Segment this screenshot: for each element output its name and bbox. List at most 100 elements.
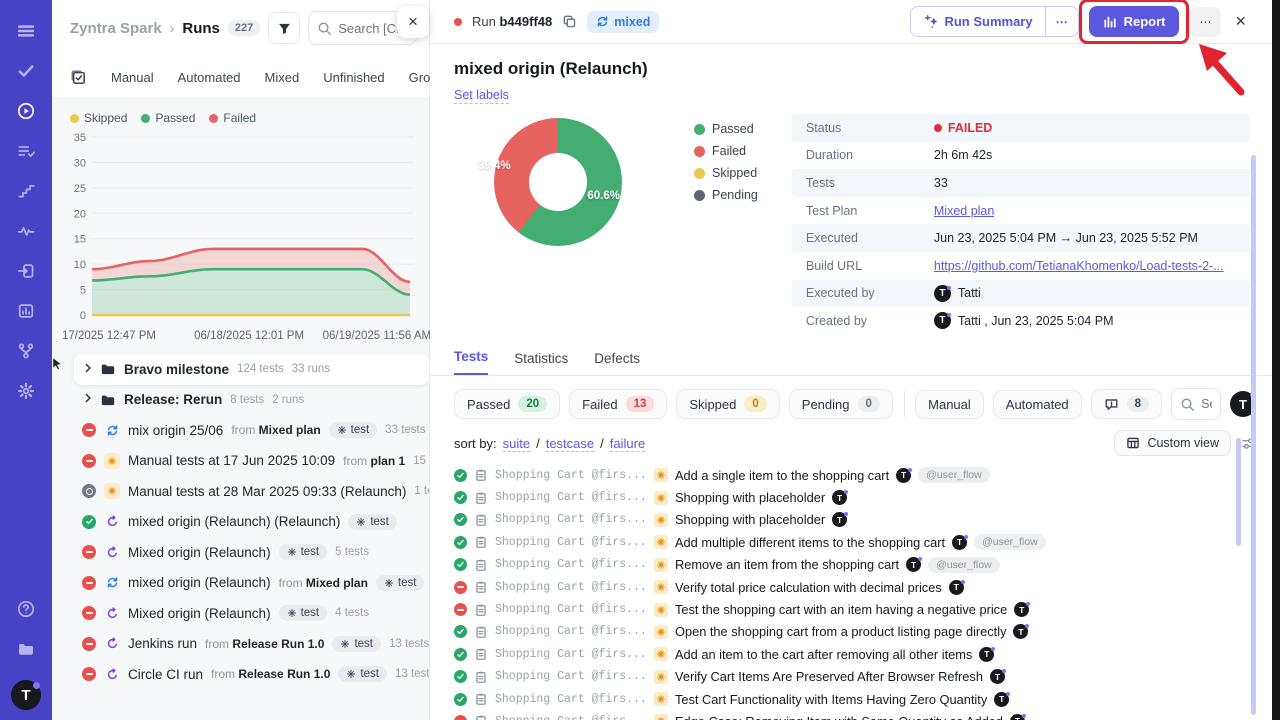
- run-name: Mixed origin (Relaunch): [128, 545, 271, 560]
- group-name: Release: Rerun: [124, 392, 222, 407]
- detail-close-button[interactable]: ×: [1231, 9, 1250, 34]
- run-summary-button[interactable]: Run Summary: [911, 7, 1044, 36]
- run-row[interactable]: mix origin 25/06from Mixed plantest33 te…: [52, 415, 429, 446]
- runs-tab-mixed[interactable]: Mixed: [265, 70, 300, 85]
- sidebar-item-help-circle[interactable]: [8, 592, 44, 626]
- runs-tab-unfinished[interactable]: Unfinished: [323, 70, 384, 85]
- select-all-icon[interactable]: [70, 69, 87, 86]
- test-result-row[interactable]: Shopping Cart @firs...Add an item to the…: [454, 643, 1256, 665]
- run-row[interactable]: Circle CI runfrom Release Run 1.0test13 …: [52, 659, 429, 690]
- run-group-row[interactable]: Release: Rerun8 tests2 runs: [52, 385, 429, 416]
- sidebar-item-sign-in[interactable]: [8, 254, 44, 288]
- run-summary-more-button[interactable]: ⋯: [1045, 7, 1078, 36]
- tests-search-input[interactable]: [1201, 397, 1212, 411]
- sidebar-item-menu[interactable]: [8, 14, 44, 48]
- sidebar-item-list-check[interactable]: [8, 134, 44, 168]
- panel-scrollbar[interactable]: [1251, 155, 1256, 715]
- sort-by-suite[interactable]: suite: [503, 436, 530, 452]
- tab-defects[interactable]: Defects: [594, 351, 640, 375]
- run-row[interactable]: mixed origin (Relaunch) (Relaunch)test: [52, 507, 429, 538]
- filter-chip-manual[interactable]: Manual: [915, 390, 984, 419]
- test-result-row[interactable]: Shopping Cart @firs...Verify Cart Items …: [454, 666, 1256, 688]
- more-actions-button[interactable]: ⋯: [1189, 7, 1221, 37]
- svg-text:0: 0: [80, 310, 86, 322]
- run-row[interactable]: mixed origin (Relaunch)from Mixed plante…: [52, 568, 429, 599]
- detail-tabs: Tests Statistics Defects: [430, 342, 1280, 376]
- sidebar-bottom-nav: [8, 592, 44, 672]
- suite-name: Shopping Cart @firs...: [495, 693, 647, 706]
- filter-chip-automated[interactable]: Automated: [993, 390, 1082, 419]
- run-row[interactable]: Jenkins runfrom Release Run 1.0test13 te…: [52, 629, 429, 660]
- tab-statistics[interactable]: Statistics: [514, 351, 568, 375]
- run-row[interactable]: Mixed origin (Relaunch)test5 tests: [52, 537, 429, 568]
- comments-filter-chip[interactable]: 8: [1091, 389, 1162, 419]
- sidebar-item-steps[interactable]: [8, 174, 44, 208]
- sparkle-icon: [923, 14, 938, 29]
- run-name: mixed origin (Relaunch) (Relaunch): [128, 514, 340, 529]
- test-result-row[interactable]: Shopping Cart @firs...Shopping with plac…: [454, 486, 1256, 508]
- folder-open-icon: [17, 640, 35, 658]
- run-overview: 39.4% 60.6% PassedFailedSkippedPending S…: [430, 104, 1280, 342]
- sidebar-item-gear[interactable]: [8, 374, 44, 408]
- filter-chip-passed[interactable]: Passed20: [454, 389, 560, 419]
- sidebar-item-folder-open[interactable]: [8, 632, 44, 666]
- detail-value[interactable]: Mixed plan: [934, 204, 994, 218]
- test-result-row[interactable]: Shopping Cart @firs...Test the shopping …: [454, 598, 1256, 620]
- report-button[interactable]: Report: [1089, 6, 1180, 37]
- test-result-row[interactable]: Shopping Cart @firs...Edge Case: Removin…: [454, 710, 1256, 720]
- sidebar-item-check[interactable]: [8, 54, 44, 88]
- test-result-row[interactable]: Shopping Cart @firs...Add a single item …: [454, 464, 1256, 486]
- test-result-row[interactable]: Shopping Cart @firs...Open the shopping …: [454, 621, 1256, 643]
- run-type-badge[interactable]: mixed: [587, 11, 659, 33]
- relaunch-icon: [104, 636, 120, 652]
- chip-count: 0: [744, 396, 766, 412]
- assignee-avatar: T: [896, 468, 911, 483]
- breadcrumb-project[interactable]: Zyntra Spark: [70, 20, 162, 37]
- gear-icon: [346, 669, 356, 679]
- expand-chevron-icon[interactable]: [82, 392, 92, 407]
- suite-name: Shopping Cart @firs...: [495, 581, 647, 594]
- run-row[interactable]: Mixed origin (Relaunch)test4 tests: [52, 598, 429, 629]
- sync-icon: [596, 15, 609, 28]
- test-result-row[interactable]: Shopping Cart @firs...Verify total price…: [454, 576, 1256, 598]
- run-group-row[interactable]: Bravo milestone124 tests33 runs: [74, 354, 429, 385]
- test-result-row[interactable]: Shopping Cart @firs...Remove an item fro…: [454, 554, 1256, 576]
- test-result-row[interactable]: Shopping Cart @firs...Add multiple diffe…: [454, 531, 1256, 553]
- set-labels-link[interactable]: Set labels: [454, 88, 509, 104]
- run-row[interactable]: Manual tests at 28 Mar 2025 09:33 (Relau…: [52, 476, 429, 507]
- grid-table-icon: [1126, 436, 1140, 450]
- custom-view-button[interactable]: Custom view: [1114, 430, 1231, 456]
- sort-by-testcase[interactable]: testcase: [546, 436, 594, 452]
- filter-chip-pending[interactable]: Pending0: [789, 389, 893, 419]
- test-result-row[interactable]: Shopping Cart @firs...Shopping with plac…: [454, 509, 1256, 531]
- filter-chip-skipped[interactable]: Skipped0: [676, 389, 779, 419]
- runs-tab-manual[interactable]: Manual: [111, 70, 154, 85]
- tab-tests[interactable]: Tests: [454, 349, 488, 375]
- test-result-row[interactable]: Shopping Cart @firs...Test Cart Function…: [454, 688, 1256, 710]
- svg-text:10: 10: [74, 259, 86, 271]
- sidebar-item-play-circle[interactable]: [8, 94, 44, 128]
- test-title: Add a single item to the shopping cart: [675, 468, 889, 483]
- detail-value[interactable]: https://github.com/TetianaKhomenko/Load-…: [934, 259, 1224, 273]
- pulse-icon: [17, 222, 35, 240]
- panel-close-button[interactable]: ×: [397, 6, 429, 38]
- copy-icon[interactable]: [562, 14, 577, 29]
- play-circle-icon: [17, 102, 35, 120]
- run-row[interactable]: Manual tests at 17 Jun 2025 10:09from pl…: [52, 446, 429, 477]
- automated-burst-icon: [654, 580, 668, 594]
- status-failed-icon: [82, 423, 96, 437]
- detail-label: Status: [806, 121, 934, 135]
- runs-tab-automated[interactable]: Automated: [178, 70, 241, 85]
- run-status-dot: [454, 18, 462, 26]
- filter-chip-failed[interactable]: Failed13: [569, 389, 667, 419]
- status-aborted-icon: [82, 484, 96, 498]
- expand-chevron-icon[interactable]: [82, 362, 92, 377]
- sidebar-item-bar-chart[interactable]: [8, 294, 44, 328]
- sidebar-item-pulse[interactable]: [8, 214, 44, 248]
- filter-button[interactable]: [268, 12, 300, 44]
- sidebar-item-branch[interactable]: [8, 334, 44, 368]
- test-list-scrollbar[interactable]: [1236, 438, 1241, 546]
- user-avatar[interactable]: T: [11, 680, 41, 710]
- sort-by-failure[interactable]: failure: [610, 436, 645, 452]
- legend-dot: [694, 124, 705, 135]
